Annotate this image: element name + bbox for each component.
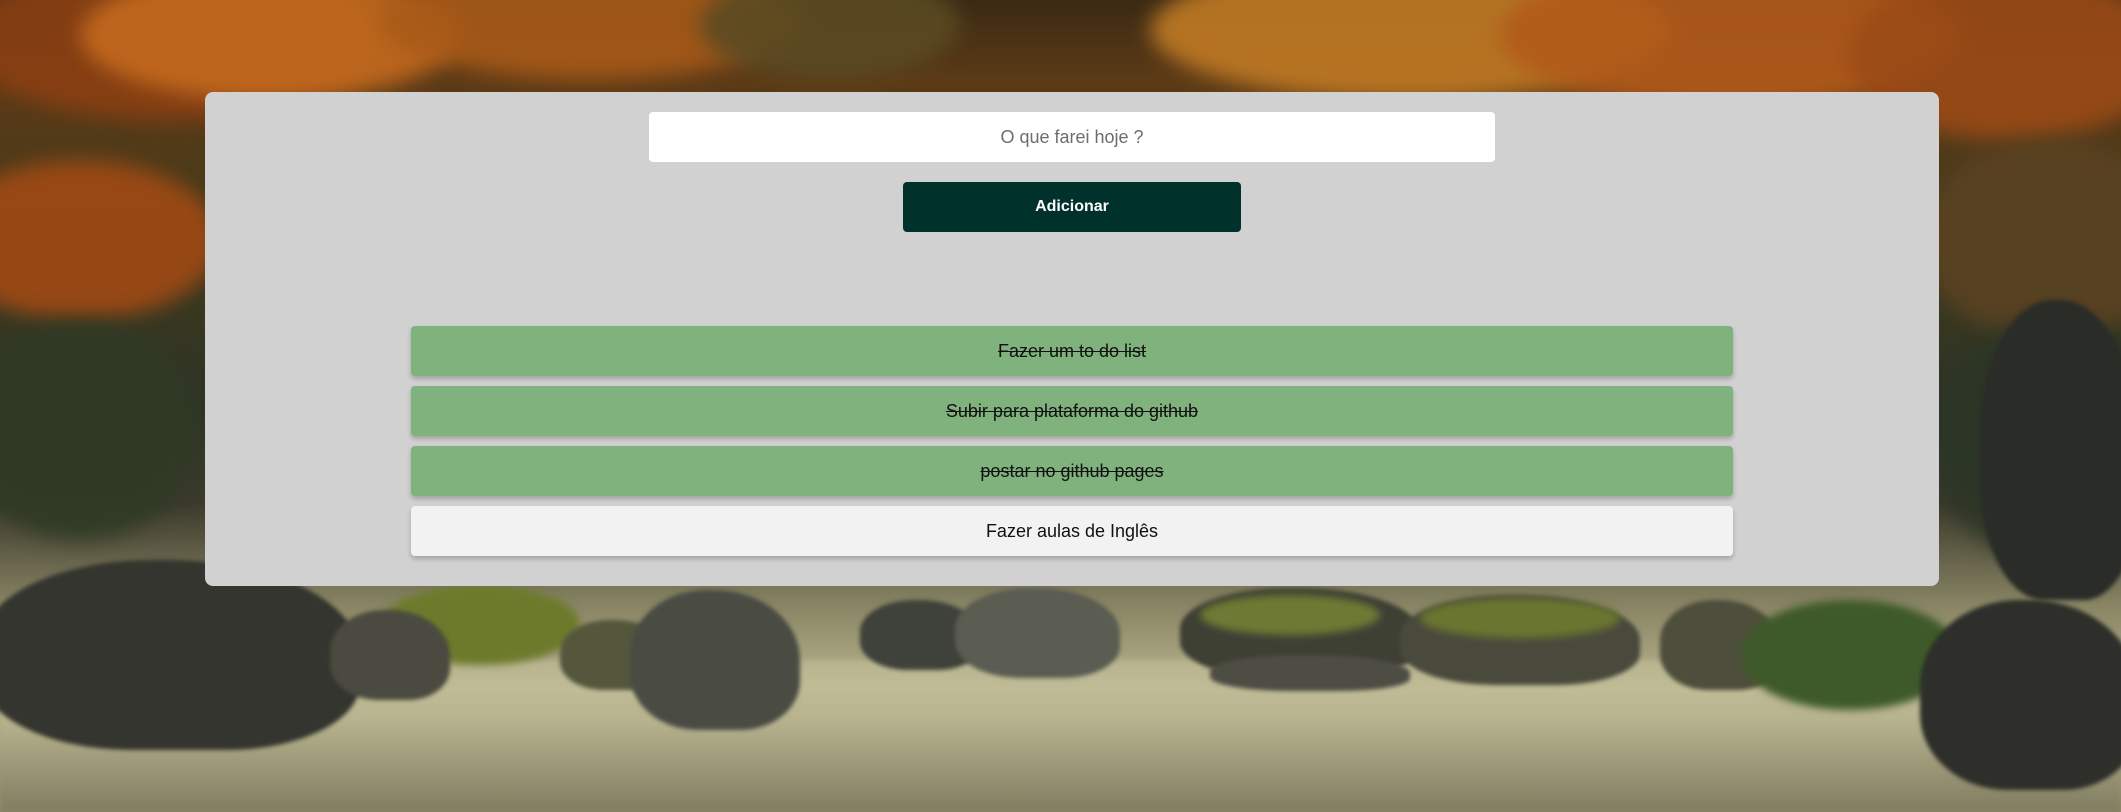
task-label: Subir para plataforma do github [945, 400, 1199, 421]
task-input[interactable] [649, 112, 1495, 162]
task-label: Fazer um to do list [997, 340, 1147, 361]
task-label: Fazer aulas de Inglês [985, 520, 1159, 541]
task-list: Fazer um to do list Subir para plataform… [411, 326, 1733, 566]
task-item-completed[interactable]: Fazer um to do list [411, 326, 1733, 376]
task-item-completed[interactable]: postar no github pages [411, 446, 1733, 496]
task-label: postar no github pages [980, 460, 1164, 481]
add-button[interactable]: Adicionar [903, 182, 1241, 232]
todo-card: Adicionar Fazer um to do list Subir para… [205, 92, 1939, 586]
task-item-completed[interactable]: Subir para plataforma do github [411, 386, 1733, 436]
task-item-pending[interactable]: Fazer aulas de Inglês [411, 506, 1733, 556]
